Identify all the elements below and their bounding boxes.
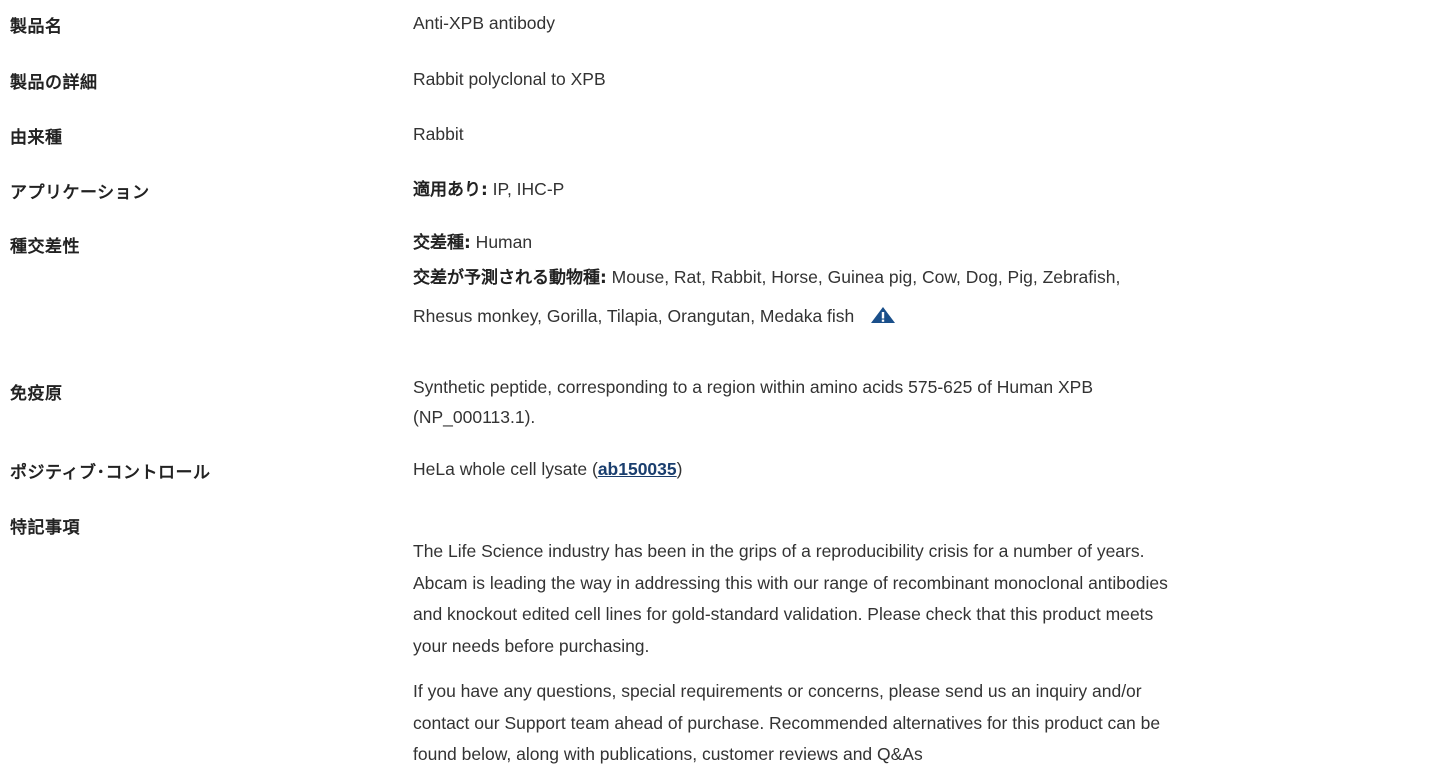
product-name-text: Anti-XPB antibody — [413, 13, 556, 33]
positive-control-suffix: ) — [676, 459, 683, 479]
positive-control-label: ポジティブ･コントロール — [10, 463, 211, 483]
immunogen-value: Synthetic peptide, corresponding to a re… — [413, 372, 1413, 432]
notes-p2-line-2: contact our Support team ahead of purcha… — [413, 712, 1161, 733]
immunogen-label: 免疫原 — [10, 384, 63, 404]
applications-label: アプリケーション — [10, 183, 150, 203]
notes-p1-line-4: your needs before purchasing. — [413, 635, 650, 656]
applications-text: IP, IHC-P — [487, 179, 565, 199]
reacts-with-text: Human — [470, 232, 533, 252]
notes-p1-line-2: Abcam is leading the way in addressing t… — [413, 572, 1168, 593]
host-text: Rabbit — [413, 124, 464, 144]
immunogen-line-1: Synthetic peptide, corresponding to a re… — [413, 377, 1093, 397]
positive-control-prefix: HeLa whole cell lysate ( — [413, 459, 598, 479]
predicted-line-1: 交差が予測される動物種: Mouse, Rat, Rabbit, Horse, … — [413, 260, 1413, 296]
applications-key: 適用あり: — [413, 180, 488, 200]
applications-value: 適用あり: IP, IHC-P — [413, 173, 1413, 207]
reacts-with-line: 交差種: Human — [413, 226, 1413, 260]
description-value: Rabbit polyclonal to XPB — [413, 63, 1413, 96]
positive-control-link[interactable]: ab150035 — [598, 459, 677, 479]
host-value: Rabbit — [413, 118, 1413, 151]
notes-paragraph-2: If you have any questions, special requi… — [413, 676, 1413, 771]
positive-control-line: HeLa whole cell lysate (ab150035) — [413, 453, 1413, 486]
reactivity-value: 交差種: Human 交差が予測される動物種: Mouse, Rat, Rabb… — [413, 226, 1413, 336]
notes-paragraph-1: The Life Science industry has been in th… — [413, 536, 1413, 662]
positive-control-value: HeLa whole cell lysate (ab150035) — [413, 453, 1413, 486]
product-name-value: Anti-XPB antibody — [413, 7, 1413, 40]
notes-p2-line-3: found below, along with publications, cu… — [413, 744, 923, 764]
immunogen-line-2: (NP_000113.1). — [413, 407, 536, 427]
reactivity-label: 種交差性 — [10, 237, 80, 257]
product-name-label: 製品名 — [10, 17, 63, 37]
host-label: 由来種 — [10, 128, 63, 148]
reacts-with-key: 交差種: — [413, 233, 471, 253]
notes-p1-line-1: The Life Science industry has been in th… — [413, 541, 1145, 561]
predicted-text-1: Mouse, Rat, Rabbit, Horse, Guinea pig, C… — [606, 267, 1121, 287]
applications-line: 適用あり: IP, IHC-P — [413, 173, 1413, 207]
predicted-text-2: Rhesus monkey, Gorilla, Tilapia, Orangut… — [413, 306, 855, 326]
warning-triangle-icon[interactable] — [870, 298, 896, 323]
predicted-line-2: Rhesus monkey, Gorilla, Tilapia, Orangut… — [413, 296, 1413, 336]
description-label: 製品の詳細 — [10, 73, 98, 93]
notes-label: 特記事項 — [10, 518, 80, 538]
notes-p1-line-3: and knockout edited cell lines for gold-… — [413, 604, 1154, 624]
predicted-key: 交差が予測される動物種: — [413, 268, 607, 288]
notes-p2-line-1: If you have any questions, special requi… — [413, 681, 1142, 701]
description-text: Rabbit polyclonal to XPB — [413, 69, 606, 89]
